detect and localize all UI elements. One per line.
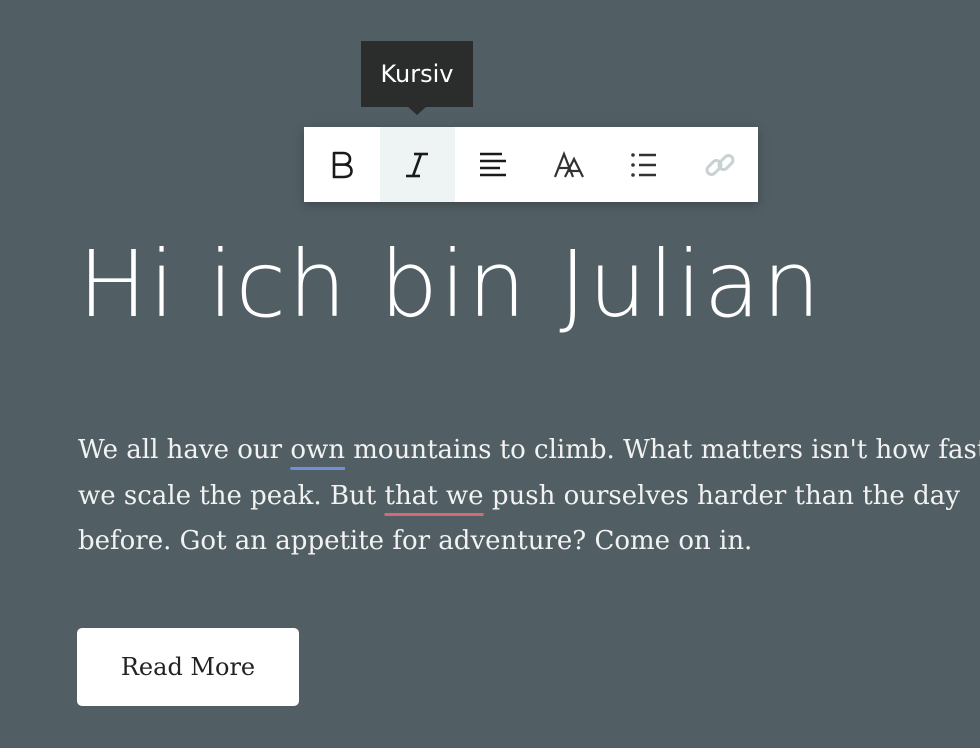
align-left-icon — [479, 152, 506, 176]
list-button[interactable] — [606, 127, 682, 202]
paragraph-line: We all have our own mountains to climb. … — [78, 428, 980, 474]
text-segment: we scale the peak. But — [78, 480, 385, 511]
text-style-button[interactable] — [531, 127, 607, 202]
italic-button[interactable] — [379, 127, 456, 202]
link-icon — [705, 153, 735, 176]
paragraph-line: before. Got an appetite for adventure? C… — [78, 526, 753, 556]
italic-icon — [406, 152, 429, 177]
text-segment: mountains to climb. What matters isn't h… — [345, 435, 980, 465]
read-more-label: Read More — [120, 653, 256, 681]
text-segment: push ourselves harder than the day — [483, 480, 960, 511]
spellcheck-word[interactable]: own — [290, 435, 345, 465]
link-button[interactable] — [682, 127, 758, 202]
page-heading[interactable]: Hi ich bin Julian — [78, 220, 822, 350]
bulleted-list-icon — [631, 152, 657, 177]
bold-button[interactable] — [304, 127, 380, 202]
tooltip-text: Kursiv — [380, 60, 454, 88]
bold-icon — [332, 151, 353, 178]
read-more-button[interactable]: Read More — [77, 628, 299, 706]
text-segment: We all have our — [78, 435, 291, 465]
tooltip: Kursiv — [361, 41, 473, 107]
font-style-icon — [553, 150, 584, 177]
paragraph-line: we scale the peak. But that we push ours… — [78, 474, 980, 520]
intro-paragraph[interactable]: We all have our own mountains to climb. … — [78, 428, 980, 565]
tooltip-arrow — [407, 106, 427, 115]
align-button[interactable] — [455, 127, 531, 202]
spellcheck-word[interactable]: that we — [385, 481, 484, 511]
text-format-toolbar — [304, 127, 758, 202]
